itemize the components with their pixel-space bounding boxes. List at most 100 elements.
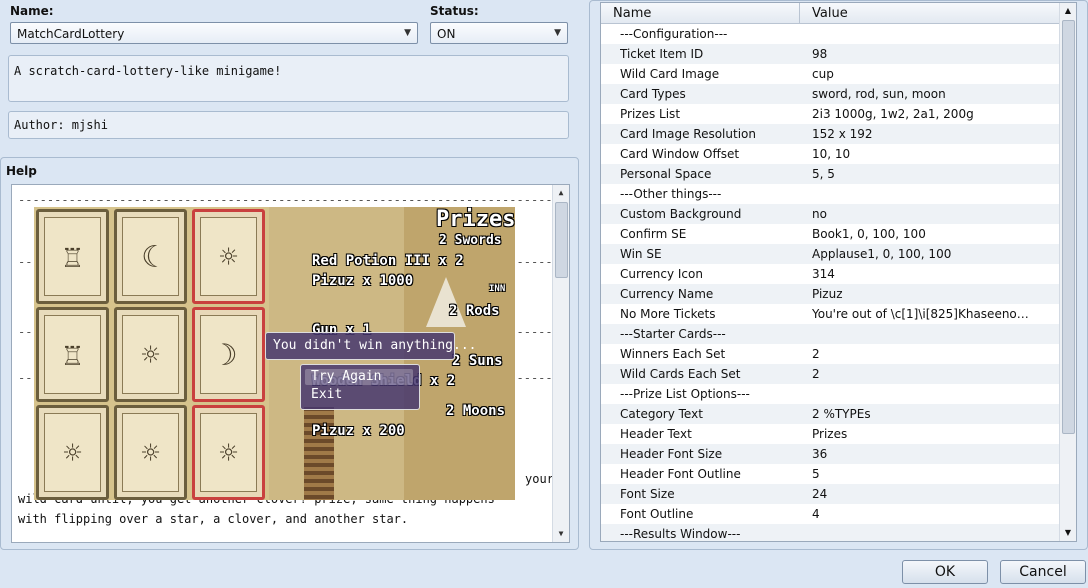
param-name: Card Image Resolution — [620, 127, 756, 141]
table-row[interactable]: Ticket Item ID 98 — [601, 44, 1061, 64]
help-scrollbar[interactable]: ▲ ▼ — [552, 185, 569, 542]
table-row[interactable]: Category Text 2 %TYPEs — [601, 404, 1061, 424]
param-name: Font Outline — [620, 507, 694, 521]
param-value: 2 — [812, 347, 820, 361]
param-name: ---Starter Cards--- — [620, 327, 726, 341]
param-name: ---Other things--- — [620, 187, 722, 201]
help-separator: ----------------------------------------… — [18, 193, 553, 207]
parameters-panel: Name Value ---Configuration--- Ticket Ite… — [589, 0, 1088, 550]
param-name: Card Window Offset — [620, 147, 740, 161]
help-title: Help — [6, 164, 37, 178]
scroll-down-icon[interactable]: ▼ — [553, 526, 569, 542]
param-name: No More Tickets — [620, 307, 716, 321]
table-row[interactable]: Currency Name Pizuz — [601, 284, 1061, 304]
table-row[interactable]: Card Types sword, rod, sun, moon — [601, 84, 1061, 104]
table-row[interactable]: Confirm SE Book1, 0, 100, 100 — [601, 224, 1061, 244]
scroll-down-icon[interactable]: ▼ — [1060, 525, 1076, 541]
plugin-name-select[interactable]: MatchCardLottery ▼ — [10, 22, 418, 44]
table-row[interactable]: ---Starter Cards--- — [601, 324, 1061, 344]
table-row[interactable]: Header Text Prizes — [601, 424, 1061, 444]
help-line: your — [525, 472, 554, 486]
scroll-thumb[interactable] — [555, 202, 568, 278]
param-name: Font Size — [620, 487, 675, 501]
table-row[interactable]: Font Outline 4 — [601, 504, 1061, 524]
table-row[interactable]: ---Prize List Options--- — [601, 384, 1061, 404]
param-name: Custom Background — [620, 207, 742, 221]
scroll-up-icon[interactable]: ▲ — [1060, 3, 1076, 19]
param-value: 24 — [812, 487, 828, 501]
column-header-value[interactable]: Value — [812, 6, 848, 21]
table-row[interactable]: Header Font Outline 5 — [601, 464, 1061, 484]
table-row[interactable]: Prizes List 2i3 1000g, 1w2, 2a1, 200g — [601, 104, 1061, 124]
param-value: 36 — [812, 447, 828, 461]
param-value: Applause1, 0, 100, 100 — [812, 247, 952, 261]
column-header-name[interactable]: Name — [613, 6, 651, 21]
card: ☼ — [114, 405, 187, 500]
prize-category: 2 Moons — [446, 403, 506, 419]
card: ♖ — [36, 307, 109, 402]
message-window: You didn't win anything... — [265, 332, 477, 360]
choice-try-again: Try Again — [311, 369, 382, 384]
card: ☼ — [114, 307, 187, 402]
card: ☾ — [114, 209, 187, 304]
param-name: Category Text — [620, 407, 703, 421]
table-scrollbar[interactable]: ▲ ▼ — [1059, 3, 1076, 541]
param-value: You're out of \c[1]\i[825]Khaseeno… — [812, 307, 1029, 321]
param-name: Confirm SE — [620, 227, 687, 241]
choice-exit: Exit — [311, 387, 343, 402]
table-row[interactable]: Personal Space 5, 5 — [601, 164, 1061, 184]
param-value: Prizes — [812, 427, 848, 441]
table-row[interactable]: ---Results Window--- — [601, 524, 1061, 541]
description-box: A scratch-card-lottery-like minigame! — [8, 55, 569, 102]
table-row[interactable]: Winners Each Set 2 — [601, 344, 1061, 364]
param-name: Ticket Item ID — [620, 47, 704, 61]
help-text-area[interactable]: ----------------------------------------… — [11, 184, 570, 543]
param-name: Prizes List — [620, 107, 681, 121]
table-row[interactable]: Font Size 24 — [601, 484, 1061, 504]
table-row[interactable]: Card Image Resolution 152 x 192 — [601, 124, 1061, 144]
help-panel: Help -----------------------------------… — [0, 157, 579, 550]
table-row[interactable]: ---Configuration--- — [601, 24, 1061, 44]
ok-button[interactable]: OK — [902, 560, 988, 584]
param-value: 152 x 192 — [812, 127, 873, 141]
table-row[interactable]: Card Window Offset 10, 10 — [601, 144, 1061, 164]
card: ☽ — [192, 307, 265, 402]
param-name: Win SE — [620, 247, 662, 261]
table-row[interactable]: Currency Icon 314 — [601, 264, 1061, 284]
author-box: Author: mjshi — [8, 111, 569, 139]
param-value: sword, rod, sun, moon — [812, 87, 946, 101]
name-label: Name: — [10, 4, 54, 18]
table-row[interactable]: Wild Card Image cup — [601, 64, 1061, 84]
scroll-thumb[interactable] — [1062, 20, 1075, 434]
description-text: A scratch-card-lottery-like minigame! — [14, 64, 282, 78]
param-value: 2 — [812, 367, 820, 381]
status-select[interactable]: ON ▼ — [430, 22, 568, 44]
sun-icon: ☼ — [141, 338, 160, 373]
param-name: Wild Cards Each Set — [620, 367, 741, 381]
choice-window: Try Again Exit — [300, 364, 420, 410]
param-name: Header Font Size — [620, 447, 723, 461]
chevron-down-icon: ▼ — [554, 28, 561, 38]
param-name: Wild Card Image — [620, 67, 720, 81]
sun-icon: ☼ — [141, 436, 160, 471]
stairs — [304, 407, 334, 500]
table-row[interactable]: Header Font Size 36 — [601, 444, 1061, 464]
table-header: Name Value — [601, 3, 1061, 24]
sun-icon: ☼ — [219, 240, 238, 275]
param-name: Card Types — [620, 87, 686, 101]
param-name: Currency Icon — [620, 267, 703, 281]
cup-icon: ♖ — [63, 338, 82, 373]
cup-icon: ♖ — [63, 240, 82, 275]
param-value: Pizuz — [812, 287, 843, 301]
table-row[interactable]: ---Other things--- — [601, 184, 1061, 204]
status-value: ON — [437, 27, 456, 41]
chevron-down-icon: ▼ — [404, 28, 411, 38]
prize-category: 2 Suns — [452, 353, 503, 369]
table-row[interactable]: Wild Cards Each Set 2 — [601, 364, 1061, 384]
table-row[interactable]: No More Tickets You're out of \c[1]\i[825… — [601, 304, 1061, 324]
table-row[interactable]: Custom Background no — [601, 204, 1061, 224]
scroll-up-icon[interactable]: ▲ — [553, 185, 569, 201]
table-row[interactable]: Win SE Applause1, 0, 100, 100 — [601, 244, 1061, 264]
cancel-button[interactable]: Cancel — [1000, 560, 1086, 584]
param-value: 98 — [812, 47, 828, 61]
